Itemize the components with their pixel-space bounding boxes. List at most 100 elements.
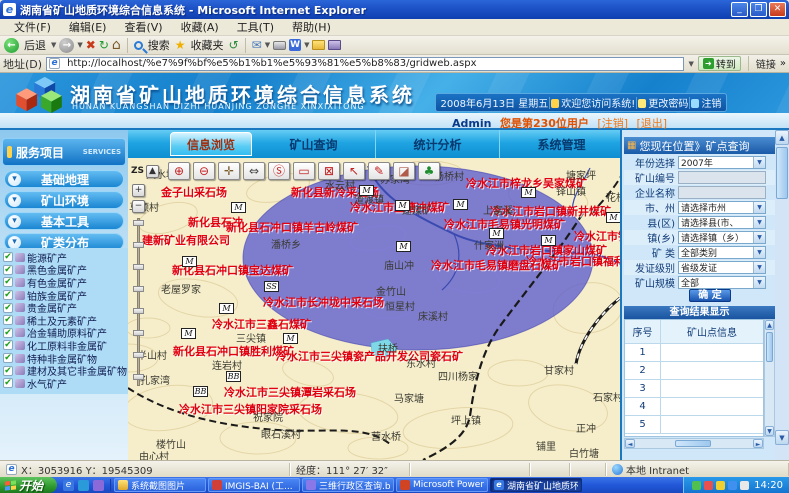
map-marker[interactable]: BB <box>193 386 208 397</box>
dropdown-arrow-icon[interactable]: ▼ <box>753 202 765 213</box>
map-marker[interactable]: BB <box>226 371 241 382</box>
nav-tab[interactable]: 矿山查询 <box>252 130 376 158</box>
page-scrollbar[interactable]: ▲ ▼ <box>775 130 789 460</box>
zoom-slider-thumb[interactable] <box>133 220 144 226</box>
map-marker[interactable]: M <box>181 328 196 339</box>
mine-label[interactable]: 金子山采石场 <box>161 184 227 200</box>
field-input[interactable] <box>678 186 766 199</box>
layer-checkbox[interactable]: ✔ <box>3 252 13 262</box>
maximize-button[interactable]: ❐ <box>750 2 767 17</box>
results-vscrollbar[interactable]: ▲ ▼ <box>764 319 775 437</box>
history-icon[interactable]: ↺ <box>229 39 239 51</box>
search-label[interactable]: 搜索 <box>148 37 170 53</box>
taskbar-task[interactable]: IMGIS-BAI (工... <box>208 478 300 492</box>
results-hscrollbar[interactable]: ◄ ► <box>624 438 764 449</box>
map-viewport[interactable]: 金子山采石场新化县新冷采石场冷水江市梓龙乡吴家煤矿冷水江市宝塘冲煤矿冷水江市岩口… <box>128 158 620 460</box>
table-row[interactable]: 1 <box>625 344 763 362</box>
exit-link[interactable]: [退出] <box>637 117 668 130</box>
layer-checkbox[interactable]: ✔ <box>3 366 13 376</box>
map-tool-select-box-button[interactable]: ▭ <box>293 162 315 180</box>
map-tool-full-extent-button[interactable]: Ⓢ <box>268 162 290 180</box>
favorites-label[interactable]: 收藏夹 <box>191 37 224 53</box>
map-tool-zoom-in-button[interactable]: ⊕ <box>168 162 190 180</box>
zoom-tick[interactable] <box>133 374 144 380</box>
minimize-button[interactable]: _ <box>731 2 748 17</box>
back-dropdown-icon[interactable]: ▼ <box>51 41 56 49</box>
map-marker[interactable]: M <box>453 199 468 210</box>
taskbar-task[interactable]: Microsoft PowerP... <box>396 478 488 492</box>
edit-dropdown-icon[interactable]: ▼ <box>304 41 309 49</box>
sidebar-group-button[interactable]: ▾基本工具 <box>4 212 124 230</box>
map-marker[interactable]: M <box>231 202 246 213</box>
layer-checkbox[interactable]: ✔ <box>3 303 13 313</box>
change-password-link[interactable]: 更改密码 <box>638 95 688 110</box>
dropdown-arrow-icon[interactable]: ▼ <box>753 157 765 168</box>
map-tool-pan-button[interactable]: ✛ <box>218 162 240 180</box>
field-input[interactable] <box>678 171 766 184</box>
mail-dropdown-icon[interactable]: ▼ <box>265 41 270 49</box>
logout-link-2[interactable]: [注销] <box>597 117 628 130</box>
map-tool-measure-button[interactable]: ⇔ <box>243 162 265 180</box>
mine-label[interactable]: 冷水江市长冲垅中采石场 <box>263 294 384 310</box>
table-row[interactable]: 2 <box>625 362 763 380</box>
menu-item[interactable]: 工具(T) <box>229 18 282 36</box>
menu-item[interactable]: 文件(F) <box>6 18 59 36</box>
mine-label[interactable]: 冷水江市毛易镇光明煤矿 <box>444 216 565 232</box>
map-tool-legend-button[interactable]: ♣ <box>418 162 440 180</box>
close-button[interactable]: ✕ <box>769 2 786 17</box>
page-scroll-up-icon[interactable]: ▲ <box>775 130 789 145</box>
back-icon[interactable]: ← <box>4 38 19 53</box>
quicklaunch-media-icon[interactable] <box>93 480 104 491</box>
tray-icon[interactable] <box>728 481 737 490</box>
map-marker[interactable]: M <box>359 185 374 196</box>
map-marker[interactable]: SS <box>264 281 279 292</box>
confirm-button[interactable]: 确 定 <box>689 289 731 302</box>
zoom-tick[interactable] <box>133 286 144 292</box>
map-marker[interactable]: M <box>219 303 234 314</box>
zoom-tick[interactable] <box>133 242 144 248</box>
menu-item[interactable]: 帮助(H) <box>284 18 339 36</box>
map-tool-identify-button[interactable]: ↖ <box>343 162 365 180</box>
layer-checkbox[interactable]: ✔ <box>3 265 13 275</box>
scroll-left-icon[interactable]: ◄ <box>625 439 635 448</box>
tray-icon[interactable] <box>692 481 701 490</box>
sidebar-group-button[interactable]: ▾矿山环境 <box>4 191 124 209</box>
layer-item[interactable]: ✔水气矿产 <box>3 377 128 390</box>
map-marker[interactable]: M <box>489 228 504 239</box>
map-marker[interactable]: M <box>541 235 556 246</box>
zoom-tick[interactable] <box>133 308 144 314</box>
vscroll-thumb[interactable] <box>766 332 773 362</box>
scroll-down-icon[interactable]: ▼ <box>765 426 774 436</box>
field-select[interactable]: 省级发证▼ <box>678 261 766 274</box>
folders-icon[interactable] <box>312 40 325 50</box>
field-select[interactable]: 请选择县(市、▼ <box>678 216 766 229</box>
layer-checkbox[interactable]: ✔ <box>3 315 13 325</box>
page-scroll-down-icon[interactable]: ▼ <box>775 430 789 445</box>
home-icon[interactable]: ⌂ <box>112 39 121 51</box>
table-row[interactable]: 5 <box>625 416 763 434</box>
menu-item[interactable]: 编辑(E) <box>61 18 115 36</box>
map-tool-eraser-button[interactable]: ◪ <box>393 162 415 180</box>
refresh-icon[interactable]: ↻ <box>99 39 109 51</box>
menu-item[interactable]: 查看(V) <box>116 18 170 36</box>
taskbar-task[interactable]: e湖南省矿山地质环... <box>490 478 582 492</box>
nav-tab[interactable]: 信息浏览 <box>170 132 252 156</box>
field-select[interactable]: 全部▼ <box>678 276 766 289</box>
map-marker[interactable]: M <box>182 256 197 267</box>
map-marker[interactable]: M <box>396 241 411 252</box>
stop-icon[interactable]: ✖ <box>86 39 96 51</box>
nav-tab[interactable]: 系统管理 <box>500 130 624 158</box>
tray-icon[interactable] <box>740 481 749 490</box>
map-marker[interactable]: M <box>606 212 620 223</box>
page-scroll-thumb[interactable] <box>776 147 788 199</box>
zoom-out-button[interactable]: − <box>132 200 145 213</box>
mail-icon[interactable]: ✉ <box>252 39 262 51</box>
pan-up-button[interactable]: ▲ <box>146 165 159 178</box>
links-chevron-icon[interactable]: » <box>780 58 786 69</box>
favorites-icon[interactable]: ★ <box>175 39 186 51</box>
logout-link[interactable]: 注销 <box>691 95 721 110</box>
start-button[interactable]: 开始 <box>0 477 57 493</box>
dropdown-arrow-icon[interactable]: ▼ <box>753 262 765 273</box>
map-marker[interactable]: M <box>521 187 536 198</box>
url-text[interactable]: http://localhost/%e7%9f%bf%e5%b1%b1%e5%9… <box>67 58 476 69</box>
